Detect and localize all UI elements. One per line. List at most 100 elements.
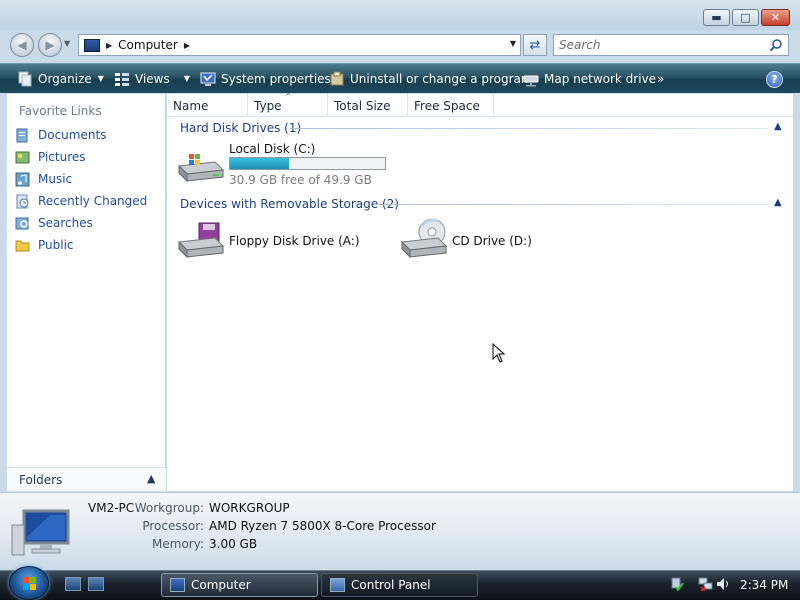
folders-label: Folders xyxy=(19,473,63,487)
maximize-button[interactable]: □ xyxy=(732,9,759,26)
address-dropdown-icon[interactable]: ▼ xyxy=(510,39,516,48)
forward-arrow-icon: ▶ xyxy=(45,38,55,52)
breadcrumb-separator-icon[interactable]: ▶ xyxy=(106,41,112,50)
uninstall-program-label: Uninstall or change a program xyxy=(350,71,533,86)
favorite-link-searches[interactable]: Searches xyxy=(15,214,93,232)
network-drive-icon xyxy=(523,75,539,86)
search-box[interactable] xyxy=(553,34,789,56)
local-disk-label[interactable]: Local Disk (C:) xyxy=(229,142,315,156)
favorite-link-label: Recently Changed xyxy=(38,194,148,208)
favorite-link-recently-changed[interactable]: Recently Changed xyxy=(15,192,147,210)
more-commands-button[interactable]: » xyxy=(657,64,664,94)
organize-button[interactable]: Organize ▼ xyxy=(17,64,104,94)
network-status-icon[interactable] xyxy=(698,577,714,591)
music-icon xyxy=(15,172,30,186)
workgroup-value: WORKGROUP xyxy=(209,501,290,515)
address-bar[interactable]: ▶ Computer ▶ ▼ xyxy=(78,34,521,56)
memory-value: 3.00 GB xyxy=(209,537,258,551)
close-button[interactable]: ✕ xyxy=(761,9,790,26)
map-network-drive-label: Map network drive xyxy=(544,71,657,86)
favorite-link-public[interactable]: Public xyxy=(15,236,74,254)
floppy-drive-icon[interactable] xyxy=(175,222,225,260)
views-dropdown-icon: ▼ xyxy=(183,74,190,83)
column-header-total-size[interactable]: Total Size xyxy=(328,94,408,117)
favorite-links-heading: Favorite Links xyxy=(19,104,102,118)
show-desktop-icon[interactable] xyxy=(65,577,81,591)
group-divider xyxy=(290,128,768,129)
uninstall-program-button[interactable]: Uninstall or change a program xyxy=(329,64,533,94)
system-properties-icon xyxy=(200,72,216,86)
folders-toggle[interactable]: Folders ▲ xyxy=(7,467,166,491)
help-button[interactable]: ? xyxy=(766,71,783,88)
favorite-link-label: Music xyxy=(38,172,73,186)
command-bar: Organize ▼ Views ▼ System properties Uni… xyxy=(0,63,800,93)
computer-icon xyxy=(170,578,185,592)
title-bar[interactable]: ▬ □ ✕ xyxy=(0,0,800,30)
recently-changed-icon xyxy=(16,194,29,208)
control-panel-icon xyxy=(330,578,345,592)
file-list-pane: Name Type Total Size Free Space ^ Hard D… xyxy=(167,92,793,491)
switch-windows-icon[interactable] xyxy=(88,577,104,591)
navigation-pane: Favorite Links Documents Pictures Music … xyxy=(7,94,166,491)
free-space-text: 30.9 GB free of 49.9 GB xyxy=(229,173,372,187)
volume-icon[interactable] xyxy=(716,577,732,591)
local-disk-icon[interactable] xyxy=(175,152,225,184)
computer-icon xyxy=(84,38,100,52)
close-icon: ✕ xyxy=(770,11,781,24)
taskbar-button-computer[interactable]: Computer xyxy=(161,573,318,597)
column-header-free-space[interactable]: Free Space xyxy=(408,94,494,117)
search-input[interactable] xyxy=(554,35,754,55)
security-center-icon[interactable] xyxy=(670,577,684,591)
collapse-group-icon[interactable]: ▲ xyxy=(774,197,782,208)
favorite-link-label: Searches xyxy=(38,216,93,230)
search-icon[interactable] xyxy=(769,38,783,52)
searches-icon xyxy=(15,217,29,229)
taskbar-button-label: Computer xyxy=(191,578,251,592)
column-header-name[interactable]: Name xyxy=(167,94,248,117)
column-header-row: Name Type Total Size Free Space ^ xyxy=(167,92,793,117)
group-header-removable-storage[interactable]: Devices with Removable Storage (2) xyxy=(180,196,399,212)
public-folder-icon xyxy=(15,240,30,251)
computer-name: VM2-PC xyxy=(88,501,135,515)
navigation-row: ◀ ▶ ▼ ▶ Computer ▶ ▼ ⇄ xyxy=(0,30,800,60)
breadcrumb-computer[interactable]: Computer xyxy=(118,38,178,52)
maximize-icon: □ xyxy=(740,11,751,24)
start-button[interactable] xyxy=(9,566,49,600)
clock[interactable]: 2:34 PM xyxy=(740,578,788,592)
windows-logo-icon xyxy=(23,577,36,590)
minimize-button[interactable]: ▬ xyxy=(703,9,730,26)
refresh-button[interactable]: ⇄ xyxy=(523,34,547,56)
favorite-link-music[interactable]: Music xyxy=(15,170,72,188)
explorer-window: ▬ □ ✕ ◀ ▶ ▼ ▶ Computer ▶ ▼ ⇄ Search Orga… xyxy=(0,0,800,570)
processor-label: Processor: xyxy=(142,519,204,533)
more-commands-icon: » xyxy=(657,71,665,86)
back-arrow-icon: ◀ xyxy=(17,38,27,52)
floppy-drive-label[interactable]: Floppy Disk Drive (A:) xyxy=(229,234,360,248)
back-button[interactable]: ◀ xyxy=(10,33,34,57)
disk-usage-bar xyxy=(229,157,386,170)
map-network-drive-button[interactable]: Map network drive xyxy=(523,64,656,94)
favorite-link-label: Pictures xyxy=(38,150,86,164)
uninstall-program-icon xyxy=(330,71,344,85)
forward-button[interactable]: ▶ xyxy=(38,33,62,57)
documents-icon xyxy=(16,128,28,142)
recent-pages-dropdown[interactable]: ▼ xyxy=(64,39,70,48)
minimize-icon: ▬ xyxy=(711,11,722,24)
favorite-link-pictures[interactable]: Pictures xyxy=(15,148,86,166)
favorite-link-documents[interactable]: Documents xyxy=(15,126,106,144)
cd-drive-icon[interactable] xyxy=(398,218,448,260)
views-icon xyxy=(115,72,129,86)
group-header-hard-disks[interactable]: Hard Disk Drives (1) xyxy=(180,120,301,136)
views-button[interactable]: Views ▼ xyxy=(114,64,190,94)
disk-usage-fill xyxy=(230,158,289,169)
views-label: Views xyxy=(135,71,170,86)
mouse-cursor-icon xyxy=(492,343,506,363)
system-properties-button[interactable]: System properties xyxy=(200,64,331,94)
taskbar-button-control-panel[interactable]: Control Panel xyxy=(321,573,478,597)
cd-drive-label[interactable]: CD Drive (D:) xyxy=(452,234,532,248)
breadcrumb-separator-icon[interactable]: ▶ xyxy=(184,41,190,50)
chevron-up-icon: ▲ xyxy=(147,472,156,485)
collapse-group-icon[interactable]: ▲ xyxy=(774,121,782,132)
pictures-icon xyxy=(15,151,30,163)
organize-icon xyxy=(18,71,32,86)
